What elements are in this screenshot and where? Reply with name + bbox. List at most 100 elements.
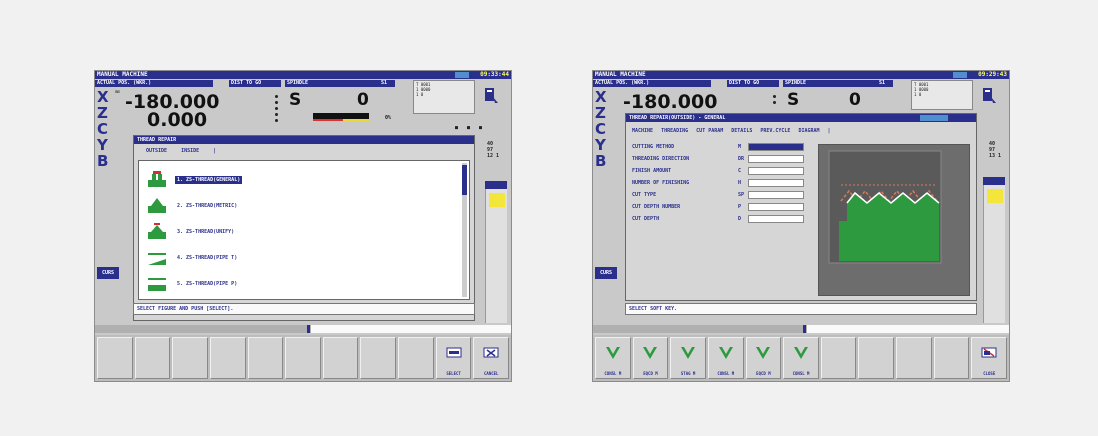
list-item[interactable]: 5. ZS-THREAD(PIPE P): [145, 273, 457, 295]
title-bar: MANUAL MACHINE 09:29:43: [593, 71, 1009, 79]
softkey-stag[interactable]: STAG M: [670, 337, 706, 379]
list-item-label: 4. ZS-THREAD(PIPE T): [177, 255, 238, 261]
left-side-tab[interactable]: CURS: [595, 267, 617, 279]
override-3: 13 1: [989, 153, 1002, 159]
dtg-dots: [275, 95, 279, 125]
cancel-softkey-label: CANCEL: [484, 371, 499, 376]
softkey-eqcd-2[interactable]: EQCD M: [745, 337, 782, 379]
clock: 09:33:44: [480, 71, 509, 78]
figure-list: 1. ZS-THREAD(GENERAL) 2. ZS-THREAD(METRI…: [138, 160, 470, 300]
dist-to-go-header: DIST TO GO: [727, 80, 779, 87]
tab-outside[interactable]: OUTSIDE: [140, 146, 173, 157]
softkey-label: STAG M: [680, 371, 696, 376]
axis-labels: X Z C Y B: [97, 89, 109, 169]
softkey-7[interactable]: [820, 337, 857, 379]
softkey-7[interactable]: [322, 337, 359, 379]
thread-metric-icon: [148, 198, 166, 213]
list-item[interactable]: 3. ZS-THREAD(UNIFY): [145, 221, 457, 243]
book-icon[interactable]: [981, 87, 997, 105]
cut-type-field[interactable]: [748, 191, 804, 199]
field-row-number-of-finishing: NUMBER OF FINISHING H: [626, 178, 804, 188]
softkey-6[interactable]: [285, 337, 321, 379]
field-label: CUTTING METHOD: [632, 144, 675, 150]
field-row-finish-amount: FINISH AMOUNT C: [626, 166, 804, 176]
close-softkey-label: CLOSE: [983, 371, 996, 376]
softkey-4[interactable]: [209, 337, 246, 379]
cutting-method-icon: [681, 347, 696, 359]
progress-remaining: [311, 325, 511, 333]
softkey-3[interactable]: [172, 337, 208, 379]
softkey-8[interactable]: [360, 337, 397, 379]
list-item[interactable]: 4. ZS-THREAD(PIPE T): [145, 247, 457, 269]
mode-title: MANUAL MACHINE: [97, 71, 148, 78]
tab-cut-param[interactable]: CUT PARAM: [692, 126, 727, 137]
softkey-consl-1[interactable]: CONSL M: [595, 337, 631, 379]
right-side-tab[interactable]: [485, 181, 507, 189]
softkey-bar: SELECT CANCEL: [95, 335, 511, 381]
tab-details[interactable]: DETAILS: [727, 126, 756, 137]
cutting-method-icon: [794, 347, 809, 359]
spindle-speed-value: 0: [357, 90, 369, 110]
softkey-9[interactable]: [896, 337, 932, 379]
select-softkey[interactable]: SELECT: [435, 337, 472, 379]
spindle-header-label: SPINDLE: [785, 80, 807, 86]
softkey-2[interactable]: [134, 337, 171, 379]
list-item-label: 2. ZS-THREAD(METRIC): [177, 203, 238, 209]
list-item[interactable]: 1. ZS-THREAD(GENERAL): [145, 169, 457, 191]
softkey-9[interactable]: [398, 337, 434, 379]
thread-repair-param-dialog: THREAD REPAIR(OUTSIDE) - GENERAL MACHINE…: [625, 113, 977, 301]
dialog-tabs: OUTSIDE INSIDE |: [134, 146, 474, 157]
axis-b: B: [595, 152, 607, 170]
softkey-consl-3[interactable]: CONSL M: [783, 337, 819, 379]
list-item[interactable]: 2. ZS-THREAD(METRIC): [145, 195, 457, 217]
right-side-tab[interactable]: [983, 177, 1005, 185]
cut-depth-field[interactable]: [748, 215, 804, 223]
softkey-label: EQCD M: [756, 371, 771, 376]
right-side-indicator: [489, 193, 505, 207]
tab-threading[interactable]: THREADING: [657, 126, 692, 137]
cutting-method-field[interactable]: [748, 143, 804, 151]
cut-depth-number-field[interactable]: [748, 203, 804, 211]
tab-prev-cycle[interactable]: PREV.CYCLE: [756, 126, 794, 137]
threading-direction-field[interactable]: [748, 155, 804, 163]
tab-diagram[interactable]: DIAGRAM: [794, 126, 823, 137]
dialog-tabs: MACHINE THREADING CUT PARAM DETAILS PREV…: [626, 126, 976, 137]
softkey-5[interactable]: [247, 337, 284, 379]
list-scrollbar[interactable]: [462, 163, 467, 297]
cancel-softkey[interactable]: CANCEL: [473, 337, 510, 379]
softkey-eqcd-1[interactable]: EQCD M: [632, 337, 669, 379]
field-row-cut-depth: CUT DEPTH D: [626, 214, 804, 224]
softkey-bar: CONSL M EQCD M STAG M CONSL M EQCD M CON…: [593, 335, 1009, 381]
status-chip: [953, 72, 967, 78]
spindle-header: SPINDLE S1: [783, 80, 893, 87]
scrollbar-thumb[interactable]: [462, 165, 467, 195]
cutting-method-icon: [756, 347, 771, 359]
softkey-10[interactable]: [933, 337, 970, 379]
field-label: CUT DEPTH: [632, 216, 660, 222]
list-item-label: 1. ZS-THREAD(GENERAL): [175, 176, 243, 184]
axis-b: B: [97, 152, 109, 170]
override-panel: 40 97 13 1: [989, 141, 1001, 159]
cnc-screen-thread-select: MANUAL MACHINE 09:33:44 ACTUAL POS. (WKR…: [94, 70, 512, 382]
finish-amount-field[interactable]: [748, 167, 804, 175]
override-panel: 40 97 12 1: [487, 141, 499, 159]
message-line: SELECT FIGURE AND PUSH [SELECT].: [133, 303, 475, 315]
dist-to-go-header: DIST TO GO: [229, 80, 281, 87]
tab-inside[interactable]: INSIDE: [175, 146, 205, 157]
tab-machine[interactable]: MACHINE: [628, 126, 657, 137]
select-icon: [446, 347, 462, 358]
softkey-consl-2[interactable]: CONSL M: [707, 337, 744, 379]
field-symbol: D: [738, 216, 742, 222]
number-of-finishing-field[interactable]: [748, 179, 804, 187]
book-icon[interactable]: [483, 87, 499, 105]
softkey-8[interactable]: [858, 337, 895, 379]
spindle-speed-value: 0: [849, 90, 861, 110]
softkey-1[interactable]: [97, 337, 133, 379]
axis-x: X: [97, 88, 109, 106]
override-3: 12 1: [487, 153, 500, 159]
status-chip: [455, 72, 469, 78]
thread-pipe-t-icon: [148, 253, 166, 265]
left-side-tab[interactable]: CURS: [97, 267, 119, 279]
list-item-label: 5. ZS-THREAD(PIPE P): [177, 281, 238, 287]
close-softkey[interactable]: CLOSE: [971, 337, 1008, 379]
